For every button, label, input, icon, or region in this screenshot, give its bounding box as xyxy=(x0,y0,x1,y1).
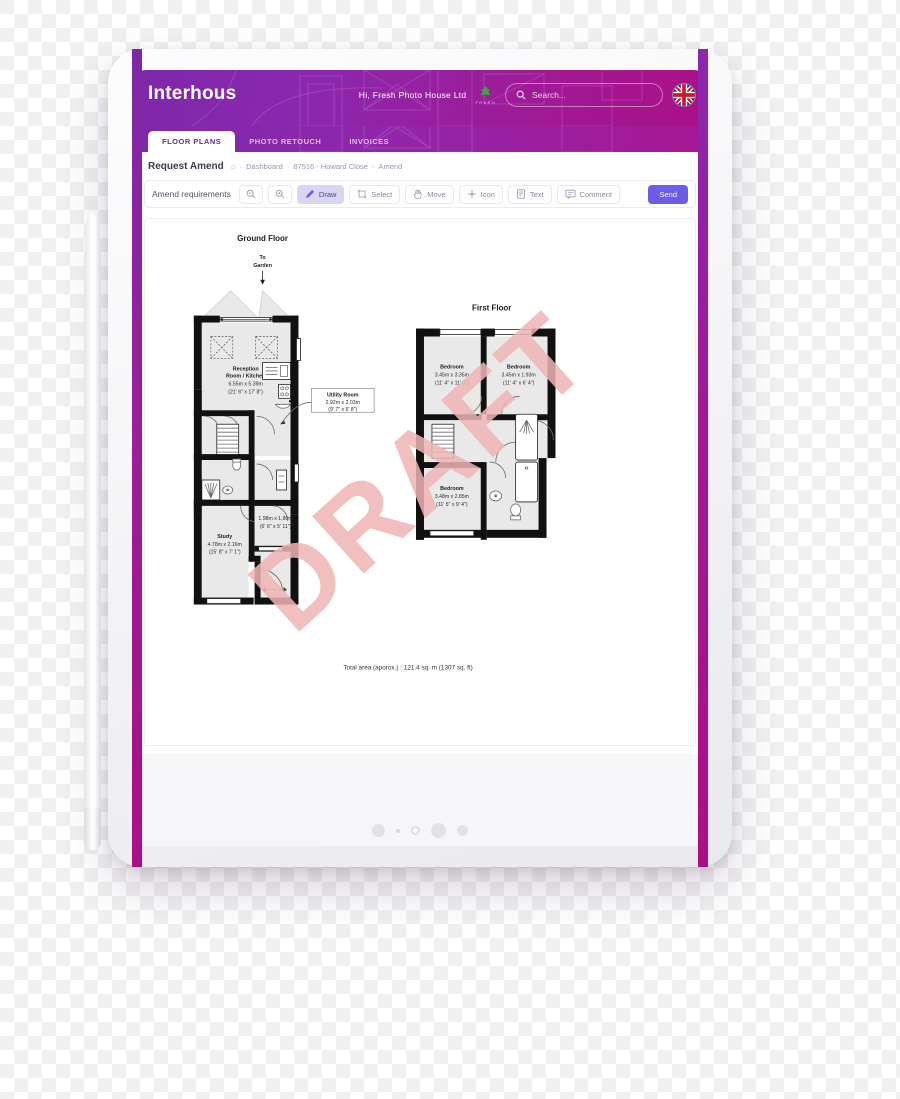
app-logo[interactable]: Interhous xyxy=(148,83,236,105)
svg-text:Bedroom: Bedroom xyxy=(507,364,531,370)
move-button[interactable]: Move xyxy=(405,184,454,204)
svg-text:Garden: Garden xyxy=(253,263,272,269)
svg-text:3.48m x 2.85m: 3.48m x 2.85m xyxy=(435,494,469,500)
text-label: Text xyxy=(529,189,544,199)
uk-flag-icon[interactable] xyxy=(672,83,696,107)
svg-text:Study: Study xyxy=(217,534,232,540)
svg-text:(11' 5" x 9' 4"): (11' 5" x 9' 4") xyxy=(436,502,468,508)
ground-floor-title: Ground Floor xyxy=(237,234,288,243)
svg-text:3.45m x 1.93m: 3.45m x 1.93m xyxy=(502,372,536,378)
svg-text:(11' 4" x 11' 0"): (11' 4" x 11' 0") xyxy=(435,380,469,386)
toolbar-label: Amend requirements xyxy=(152,189,231,199)
zoom-in-button[interactable] xyxy=(267,184,292,204)
select-label: Select xyxy=(371,189,393,199)
comment-icon xyxy=(565,189,576,199)
floorplan-canvas[interactable]: .wall { fill:#111111; } .room { fill:#e9… xyxy=(144,218,696,746)
search-icon xyxy=(516,90,526,100)
draw-button[interactable]: Draw xyxy=(296,184,345,204)
svg-text:Room / Kitchen: Room / Kitchen xyxy=(226,373,265,379)
svg-text:3.45m x 3.35m: 3.45m x 3.35m xyxy=(435,372,469,378)
total-area-label: Total area (aporox.) : 121.4 sq. m (1307… xyxy=(343,664,472,671)
search-input[interactable]: Search... xyxy=(505,83,663,107)
svg-text:Utility Room: Utility Room xyxy=(327,392,359,398)
right-color-strip xyxy=(698,49,708,867)
tree-icon xyxy=(480,86,491,98)
tab-photo-retouch[interactable]: PHOTO RETOUCH xyxy=(235,131,335,152)
stylus xyxy=(84,213,101,850)
tab-floor-plans[interactable]: FLOOR PLANS xyxy=(148,131,236,152)
svg-text:Bedroom: Bedroom xyxy=(440,364,464,370)
svg-text:(11' 4" x 6' 4"): (11' 4" x 6' 4") xyxy=(503,380,535,386)
stylus-tip xyxy=(85,213,100,255)
main-tabs: FLOOR PLANS PHOTO RETOUCH INVOICES xyxy=(132,126,708,152)
zoom-out-button[interactable] xyxy=(238,184,263,204)
icon-button[interactable]: Icon xyxy=(458,184,503,204)
breadcrumb-item-amend[interactable]: Amend xyxy=(378,162,402,171)
home-dot-3 xyxy=(411,826,420,835)
text-icon xyxy=(516,189,525,199)
left-color-strip xyxy=(132,49,142,867)
search-placeholder: Search... xyxy=(532,90,567,100)
fresh-partner-logo: FRESH xyxy=(475,85,496,105)
comment-label: Comment xyxy=(579,189,613,199)
home-dot-5 xyxy=(457,825,468,836)
marquee-icon xyxy=(357,189,367,199)
stylus-body xyxy=(84,253,101,813)
svg-text:2.92m x 2.03m: 2.92m x 2.03m xyxy=(326,400,360,406)
home-dot-1 xyxy=(372,824,385,837)
fresh-logo-text: FRESH xyxy=(475,100,496,105)
svg-text:Bedroom: Bedroom xyxy=(440,486,464,492)
breadcrumb-item-property[interactable]: 87516 - Howard Close xyxy=(293,162,368,171)
home-dot-4 xyxy=(431,823,446,838)
svg-text:(15' 8" x 7' 1"): (15' 8" x 7' 1") xyxy=(209,550,241,556)
tablet-screen: Interhous Hi, Fresh Photo House Ltd FRES… xyxy=(132,70,708,846)
plus-icon xyxy=(467,190,476,198)
svg-text:4.78m x 2.16m: 4.78m x 2.16m xyxy=(208,542,242,548)
hand-icon xyxy=(414,189,422,199)
breadcrumb-trail: ⌂ · Dashboard · 87516 - Howard Close · A… xyxy=(231,162,402,171)
home-dot-2 xyxy=(396,828,400,833)
breadcrumb-separator-3: · xyxy=(371,162,375,171)
svg-text:To: To xyxy=(260,255,267,261)
page-content: Request Amend ⌂ · Dashboard · 87516 - Ho… xyxy=(132,152,708,754)
user-greeting: Hi, Fresh Photo House Ltd xyxy=(358,90,467,100)
svg-text:(6' 6" x 5' 11"): (6' 6" x 5' 11") xyxy=(260,524,292,530)
pencil-icon xyxy=(305,189,314,198)
svg-text:(21' 6" x 17' 8"): (21' 6" x 17' 8") xyxy=(228,389,263,395)
move-label: Move xyxy=(427,189,446,199)
breadcrumb-separator-2: · xyxy=(286,162,290,171)
floorplan-drawing: .wall { fill:#111111; } .room { fill:#e9… xyxy=(193,234,556,671)
send-button[interactable]: Send xyxy=(648,184,688,204)
home-indicator xyxy=(132,823,708,838)
tablet-device: Interhous Hi, Fresh Photo House Ltd FRES… xyxy=(108,49,732,867)
text-button[interactable]: Text xyxy=(507,184,552,204)
tab-invoices[interactable]: INVOICES xyxy=(335,131,403,152)
zoom-in-icon xyxy=(275,189,285,199)
home-icon[interactable]: ⌂ xyxy=(231,162,236,171)
icon-label: Icon xyxy=(480,189,495,199)
draw-label: Draw xyxy=(318,189,337,199)
svg-text:6.55m x 5.39m: 6.55m x 5.39m xyxy=(229,381,263,387)
breadcrumb-separator-1: · xyxy=(239,162,243,171)
svg-text:First Floor: First Floor xyxy=(472,304,511,313)
header-right-cluster: Hi, Fresh Photo House Ltd FRESH Search..… xyxy=(359,83,696,107)
breadcrumb-item-dashboard[interactable]: Dashboard xyxy=(246,162,283,171)
stylus-end xyxy=(84,808,101,850)
comment-button[interactable]: Comment xyxy=(556,184,621,204)
svg-text:(9' 7" x 6' 8"): (9' 7" x 6' 8") xyxy=(328,407,357,413)
zoom-out-icon xyxy=(246,189,256,199)
svg-text:Reception: Reception xyxy=(233,366,259,372)
breadcrumb: Request Amend ⌂ · Dashboard · 87516 - Ho… xyxy=(132,152,708,180)
amend-toolbar: Amend requirements Draw Select Move Icon… xyxy=(144,180,696,208)
select-button[interactable]: Select xyxy=(349,184,401,204)
app-header: Interhous Hi, Fresh Photo House Ltd FRES… xyxy=(132,70,708,126)
page-title: Request Amend xyxy=(148,161,224,172)
